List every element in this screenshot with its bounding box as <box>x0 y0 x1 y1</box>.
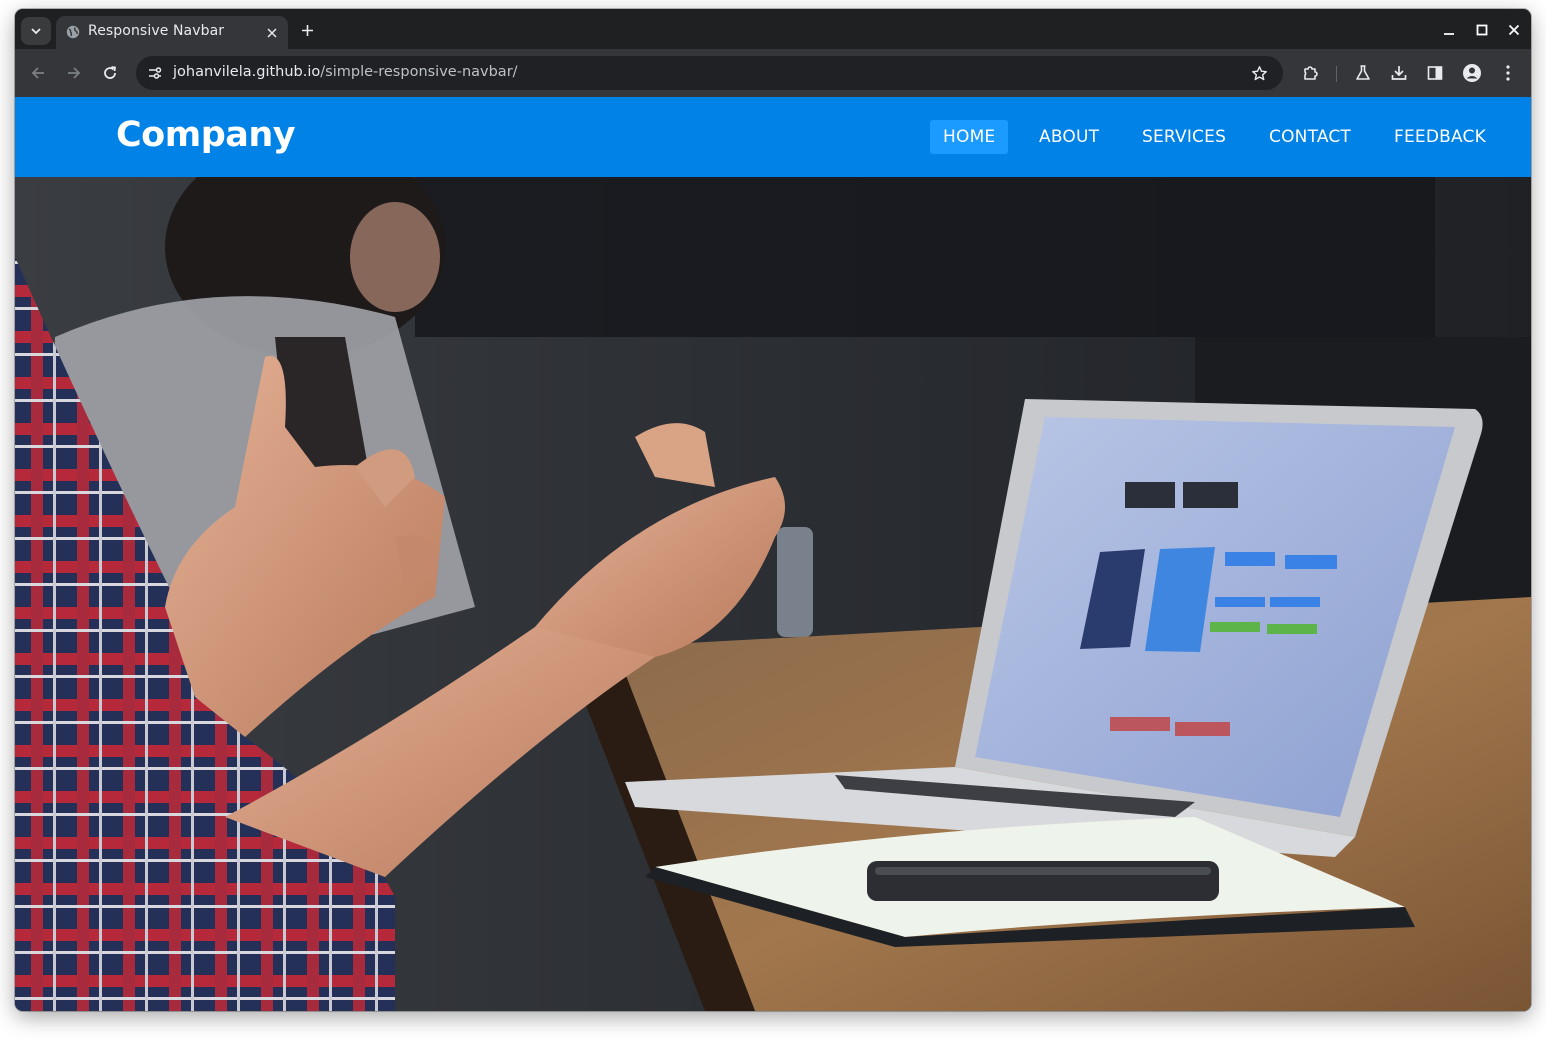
back-button[interactable] <box>26 61 50 85</box>
more-menu-button[interactable] <box>1496 61 1520 85</box>
brand-logo[interactable]: Company <box>116 115 296 155</box>
site-info-icon <box>149 67 162 79</box>
browser-tab-active[interactable]: Responsive Navbar <box>56 16 288 49</box>
close-icon <box>267 28 277 38</box>
page-viewport: Company HOME ABOUT SERVICES CONTACT FEED… <box>15 97 1531 1011</box>
profile-button[interactable] <box>1460 61 1484 85</box>
minimize-button[interactable] <box>1440 21 1458 39</box>
side-panel-icon <box>1427 66 1443 80</box>
extensions-button[interactable] <box>1299 61 1323 85</box>
maximize-icon <box>1476 24 1488 36</box>
tab-close-button[interactable] <box>264 25 280 41</box>
globe-icon <box>66 25 80 39</box>
toolbar-separator <box>1336 66 1337 82</box>
new-tab-button[interactable] <box>298 21 316 39</box>
tab-title: Responsive Navbar <box>88 23 225 39</box>
download-icon <box>1391 66 1407 80</box>
url-host: johanvilela.github.io <box>173 64 321 80</box>
back-arrow-icon <box>31 67 44 79</box>
browser-window: Responsive Navbar johanvilela.github.io/… <box>15 9 1531 1011</box>
tab-search-icon <box>31 28 41 35</box>
site-navbar: Company HOME ABOUT SERVICES CONTACT FEED… <box>15 97 1531 177</box>
forward-button[interactable] <box>62 61 86 85</box>
extensions-icon <box>1304 66 1318 80</box>
browser-toolbar: johanvilela.github.io/simple-responsive-… <box>15 49 1531 97</box>
window-close-button[interactable] <box>1505 21 1523 39</box>
labs-button[interactable] <box>1351 61 1375 85</box>
downloads-button[interactable] <box>1387 61 1411 85</box>
site-info-button[interactable] <box>143 61 167 85</box>
reload-button[interactable] <box>98 61 122 85</box>
tab-strip: Responsive Navbar <box>15 9 1531 49</box>
nav-link-services[interactable]: SERVICES <box>1129 120 1239 154</box>
star-icon <box>1251 65 1267 80</box>
nav-link-about[interactable]: ABOUT <box>1026 120 1112 154</box>
nav-link-feedback[interactable]: FEEDBACK <box>1381 120 1499 154</box>
maximize-button[interactable] <box>1473 21 1491 39</box>
reload-icon <box>104 66 117 79</box>
hero-photo-meeting <box>15 177 1531 1011</box>
more-vert-icon <box>1506 65 1510 81</box>
nav-link-home[interactable]: HOME <box>930 120 1009 154</box>
window-close-icon <box>1508 24 1520 36</box>
forward-arrow-icon <box>68 67 81 79</box>
url-text: johanvilela.github.io/simple-responsive-… <box>173 64 518 80</box>
nav-link-contact[interactable]: CONTACT <box>1256 120 1364 154</box>
url-path: /simple-responsive-navbar/ <box>320 64 518 80</box>
profile-icon <box>1463 64 1481 82</box>
labs-icon <box>1356 65 1370 80</box>
minimize-icon <box>1444 33 1454 35</box>
bookmark-button[interactable] <box>1248 62 1270 84</box>
side-panel-button[interactable] <box>1423 61 1447 85</box>
hero-image <box>15 177 1531 1011</box>
tab-search-button[interactable] <box>21 17 51 45</box>
address-bar[interactable]: johanvilela.github.io/simple-responsive-… <box>136 56 1283 90</box>
plus-icon <box>301 24 313 36</box>
